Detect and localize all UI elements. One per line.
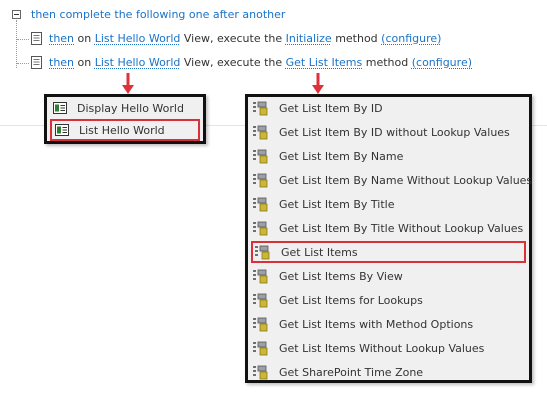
- then-link[interactable]: then: [49, 56, 74, 69]
- method-link[interactable]: Initialize: [286, 32, 332, 45]
- method-menu-item[interactable]: Get List Item By Name: [251, 145, 526, 167]
- rule-action-2: then on List Hello World View, execute t…: [31, 56, 472, 69]
- menu-item-label: Get List Item By Name Without Lookup Val…: [279, 173, 533, 187]
- then-link[interactable]: then: [49, 32, 74, 45]
- tree-line: [16, 20, 18, 68]
- menu-item-label: Display Hello World: [77, 101, 184, 115]
- method-menu-item[interactable]: Get List Item By Name Without Lookup Val…: [251, 169, 532, 191]
- method-menu-item[interactable]: Get List Items: [251, 241, 526, 263]
- menu-item-label: Get List Item By ID: [279, 101, 383, 115]
- document-icon: [31, 56, 42, 69]
- method-dropdown-menu: Get List Item By ID Get List Item By ID w…: [245, 94, 532, 383]
- menu-item-label: Get List Items: [281, 245, 358, 259]
- method-cube-icon: [253, 317, 268, 332]
- menu-item-label: Get List Items for Lookups: [279, 293, 423, 307]
- view-menu-item-display-hello-world[interactable]: Display Hello World: [50, 97, 200, 119]
- view-dropdown-menu: Display Hello World List Hello World: [44, 94, 206, 144]
- method-cube-icon: [253, 173, 268, 188]
- menu-item-label: Get List Items with Method Options: [279, 317, 474, 331]
- method-menu-item[interactable]: Get List Item By ID: [251, 97, 526, 119]
- document-icon: [31, 32, 42, 45]
- menu-item-label: Get List Item By Title Without Lookup Va…: [279, 221, 524, 235]
- rule-action-1: then on List Hello World View, execute t…: [31, 32, 441, 45]
- method-menu-item[interactable]: Get List Items Without Lookup Values: [251, 337, 526, 359]
- collapse-icon[interactable]: [12, 10, 21, 19]
- red-arrow-down-icon: [312, 73, 324, 94]
- menu-item-label: Get List Item By ID without Lookup Value…: [279, 125, 510, 139]
- menu-item-label: Get List Item By Name: [279, 149, 404, 163]
- menu-item-label: List Hello World: [79, 123, 165, 137]
- method-cube-icon: [253, 341, 268, 356]
- menu-item-label: Get List Items Without Lookup Values: [279, 341, 485, 355]
- target-view-link[interactable]: List Hello World: [95, 32, 181, 45]
- method-menu-item[interactable]: Get List Items with Method Options: [251, 313, 526, 335]
- method-menu-item[interactable]: Get List Item By ID without Lookup Value…: [251, 121, 526, 143]
- method-cube-icon: [253, 125, 268, 140]
- menu-item-label: Get List Items By View: [279, 269, 403, 283]
- on-text: on: [77, 56, 92, 69]
- method-cube-icon: [253, 221, 268, 236]
- target-view-link[interactable]: List Hello World: [95, 56, 181, 69]
- on-text: on: [77, 32, 92, 45]
- method-text: method: [365, 56, 409, 69]
- method-menu-item[interactable]: Get List Item By Title Without Lookup Va…: [251, 217, 526, 239]
- method-cube-icon: [253, 101, 268, 116]
- method-menu-item[interactable]: Get SharePoint Time Zone: [251, 361, 526, 383]
- menu-item-label: Get SharePoint Time Zone: [279, 365, 424, 379]
- rule-heading[interactable]: then complete the following one after an…: [31, 8, 285, 21]
- view-form-icon: [55, 124, 69, 136]
- method-menu-item[interactable]: Get List Items By View: [251, 265, 526, 287]
- view-execute-text: View, execute the: [183, 56, 283, 69]
- method-cube-icon: [253, 293, 268, 308]
- method-link[interactable]: Get List Items: [286, 56, 363, 69]
- method-menu-item[interactable]: Get List Items for Lookups: [251, 289, 526, 311]
- red-arrow-down-icon: [122, 73, 134, 94]
- view-menu-item-list-hello-world[interactable]: List Hello World: [50, 119, 200, 141]
- tree-branch: [17, 39, 29, 41]
- method-cube-icon: [253, 197, 268, 212]
- method-cube-icon: [253, 365, 268, 380]
- method-cube-icon: [253, 149, 268, 164]
- configure-link[interactable]: (configure): [412, 56, 472, 69]
- method-text: method: [335, 32, 378, 45]
- tree-branch: [17, 63, 29, 65]
- menu-item-label: Get List Item By Title: [279, 197, 395, 211]
- configure-link[interactable]: (configure): [381, 32, 441, 45]
- method-menu-item[interactable]: Get List Item By Title: [251, 193, 526, 215]
- view-execute-text: View, execute the: [183, 32, 283, 45]
- method-cube-icon: [253, 269, 268, 284]
- method-cube-icon: [255, 245, 270, 260]
- view-form-icon: [53, 102, 67, 114]
